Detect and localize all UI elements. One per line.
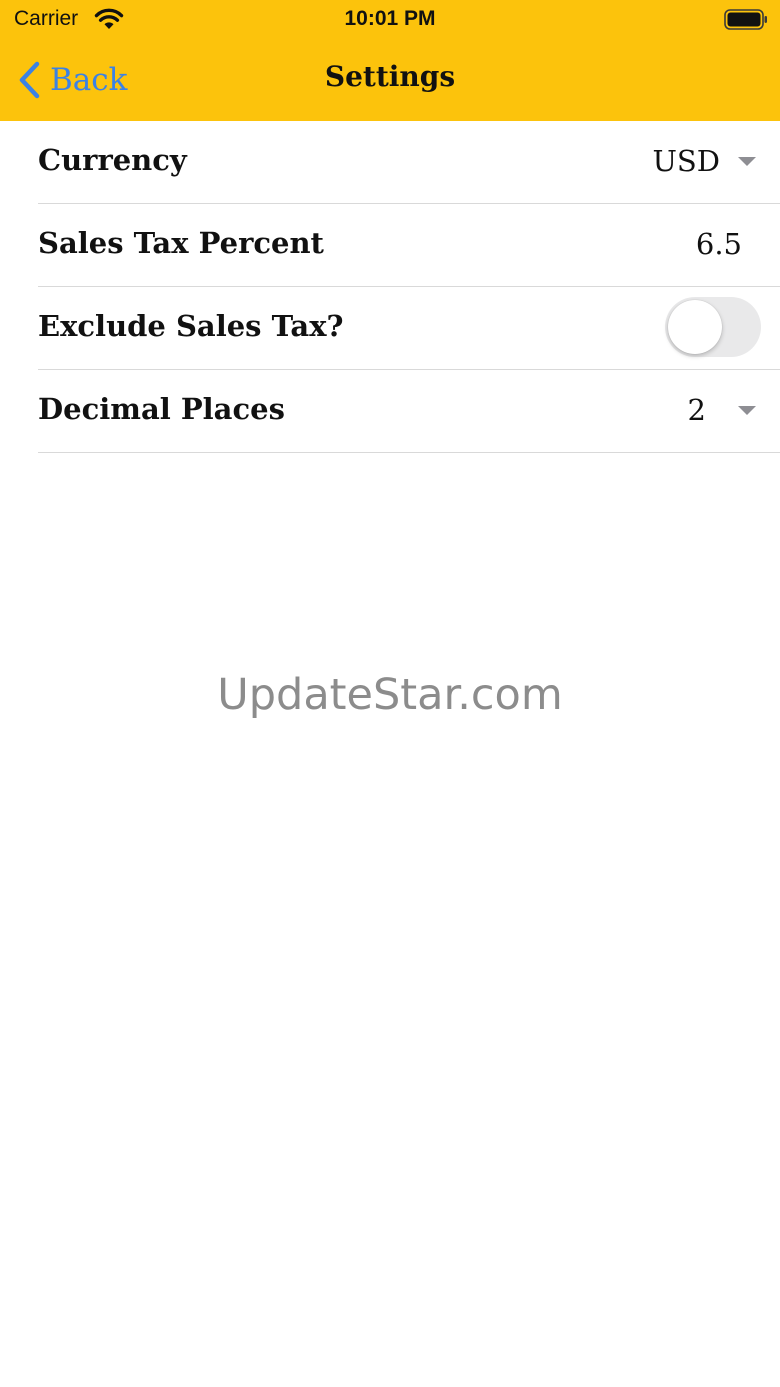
status-bar: Carrier 10:01 PM — [0, 0, 780, 40]
battery-icon — [724, 9, 767, 30]
exclude-sales-tax-toggle[interactable] — [665, 297, 761, 357]
decimal-places-value: 2 — [687, 393, 706, 427]
page-title: Settings — [324, 60, 456, 93]
exclude-sales-tax-label: Exclude Sales Tax? — [38, 309, 344, 343]
currency-label: Currency — [38, 143, 187, 177]
setting-row-decimal-places: Decimal Places 2 — [38, 370, 780, 453]
setting-row-currency: Currency USD — [38, 121, 780, 204]
watermark-text: UpdateStar.com — [217, 670, 563, 720]
decimal-places-label: Decimal Places — [38, 392, 285, 426]
decimal-places-select[interactable]: 2 — [658, 380, 758, 442]
sales-tax-percent-input[interactable]: 6.5 — [696, 227, 742, 261]
caret-down-icon — [738, 157, 756, 166]
setting-row-sales-tax: Sales Tax Percent 6.5 — [38, 204, 780, 287]
status-time: 10:01 PM — [344, 7, 436, 30]
caret-down-icon — [738, 406, 756, 415]
sales-tax-percent-label: Sales Tax Percent — [38, 226, 324, 260]
setting-row-exclude-tax: Exclude Sales Tax? — [38, 287, 780, 370]
settings-list: Currency USD Sales Tax Percent 6.5 Exclu… — [0, 121, 780, 453]
currency-select[interactable]: USD — [638, 131, 758, 193]
toggle-knob — [668, 300, 722, 354]
header: Carrier 10:01 PM Back Settings — [0, 0, 780, 121]
currency-value: USD — [652, 144, 720, 178]
nav-bar: Back Settings — [0, 40, 780, 121]
